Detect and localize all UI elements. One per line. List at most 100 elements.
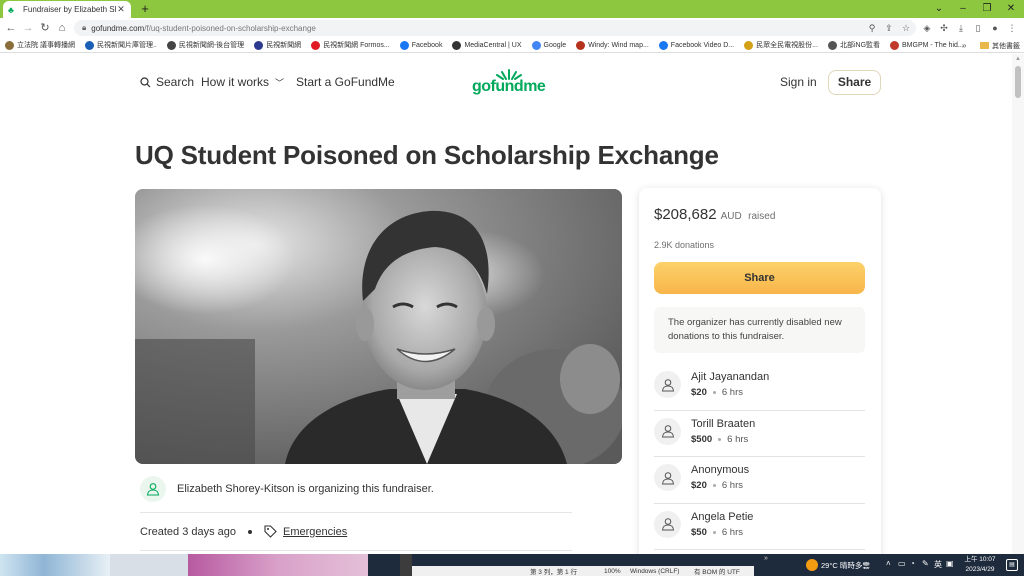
weather-text[interactable]: 29°C 晴時多雲 — [821, 560, 870, 571]
how-it-works-menu[interactable]: How it works ﹀ — [201, 75, 284, 89]
separator-dot — [712, 484, 716, 487]
logo-wordmark: gofundme — [472, 78, 546, 95]
bookmark-item[interactable]: 民視新聞網 — [254, 40, 301, 50]
weather-sun-icon[interactable] — [806, 559, 818, 571]
ime-mode-icon[interactable]: 英 — [934, 559, 942, 570]
sign-in-link[interactable]: Sign in — [780, 75, 817, 89]
share-button[interactable]: Share — [654, 262, 865, 294]
bookmarks-overflow-icon[interactable]: » — [962, 38, 966, 53]
tab-search-icon[interactable]: ⌄ — [932, 2, 946, 16]
bookmark-favicon-icon — [452, 40, 462, 50]
category-link[interactable]: Emergencies — [283, 526, 347, 538]
browser-tab-strip: ♣ Fundraiser by Elizabeth Shorey ✕ + ⌄ –… — [0, 0, 1024, 18]
bookmark-label: Google — [543, 41, 567, 49]
donation-time: 6 hrs — [721, 480, 743, 491]
bookmark-item[interactable]: Windy: Wind map... — [576, 40, 649, 50]
taskbar-window-thumbnail[interactable] — [0, 554, 110, 576]
bookmark-favicon-icon — [84, 40, 94, 50]
home-icon[interactable]: ⌂ — [55, 21, 69, 35]
donation-amount: $50 — [691, 526, 707, 538]
system-clock[interactable]: 上午 10:07 2023/4/29 — [958, 555, 1002, 574]
extension-icon[interactable]: ◈ — [921, 21, 933, 35]
organizer-text: Elizabeth Shorey-Kitson is organizing th… — [177, 483, 434, 495]
browser-tab[interactable]: ♣ Fundraiser by Elizabeth Shorey ✕ — [3, 1, 131, 18]
chevron-down-icon: ﹀ — [275, 77, 285, 88]
zoom-icon[interactable]: ⚲ — [866, 21, 878, 35]
donor-name: Angela Petie — [691, 510, 754, 523]
bookmark-favicon-icon — [254, 40, 264, 50]
campaign-photo[interactable] — [135, 189, 622, 464]
pen-icon[interactable]: ✎ — [922, 559, 929, 568]
bookmark-item[interactable]: Google — [531, 40, 567, 50]
download-icon[interactable]: ⤓ — [955, 21, 967, 35]
bookmark-favicon-icon — [5, 40, 14, 50]
organizer-avatar[interactable] — [140, 476, 166, 502]
forward-arrow-icon[interactable]: → — [21, 21, 35, 35]
header-share-button[interactable]: Share — [828, 70, 881, 95]
donor-avatar — [654, 371, 681, 398]
bookmark-favicon-icon — [658, 40, 668, 50]
donation-card: $208,682 AUD raised 2.9K donations Share … — [639, 188, 881, 554]
notification-icon[interactable]: ▤ — [1006, 559, 1018, 571]
back-arrow-icon[interactable]: ← — [4, 21, 18, 35]
donor-name: Anonymous — [691, 464, 750, 476]
bookmark-item[interactable]: MediaCentral | UX — [452, 40, 522, 50]
bookmark-item[interactable]: 民視新聞網-後台管理 — [166, 40, 244, 50]
gofundme-logo[interactable]: gofundme — [472, 68, 546, 98]
volume-icon[interactable]: ◔ — [910, 559, 915, 568]
bookmark-item[interactable]: Facebook Video D... — [658, 40, 734, 50]
bookmark-label: 民視新聞片庫管理.. — [96, 42, 157, 49]
page-scrollbar[interactable]: ▲ — [1012, 54, 1024, 554]
donation-time: 6 hrs — [721, 526, 743, 538]
bookmark-favicon-icon — [399, 40, 409, 50]
browser-menu-icon[interactable]: ⋮ — [1006, 21, 1018, 35]
bookmark-star-icon[interactable]: ☆ — [900, 21, 912, 35]
start-gofundme-link[interactable]: Start a GoFundMe — [296, 75, 395, 89]
tab-close-icon[interactable]: ✕ — [116, 4, 126, 15]
bookmark-item[interactable]: Facebook — [399, 40, 443, 50]
bookmark-item[interactable]: 民視新聞網 Formos... — [311, 40, 390, 50]
address-bar[interactable]: 🔒︎ gofundme.com/f/uq-student-poisoned-on… — [74, 20, 916, 36]
taskbar-window-thumbnail[interactable] — [110, 554, 188, 576]
other-bookmarks-folder[interactable]: 其他書籤 — [980, 38, 1020, 53]
user-icon — [661, 425, 674, 438]
tray-overflow-icon[interactable]: » — [764, 555, 768, 562]
keyboard-icon[interactable]: ▣ — [946, 559, 954, 568]
puzzle-extensions-icon[interactable]: ✣ — [938, 21, 950, 35]
reload-icon[interactable]: ↻ — [38, 21, 52, 35]
maximize-button[interactable]: ❐ — [980, 2, 994, 16]
notepad-status-bar: 第 3 列，第 1 行 100% Windows (CRLF) 有 BOM 的 … — [412, 566, 754, 576]
donor-avatar — [654, 464, 681, 491]
campaign-meta: Created 3 days ago Emergencies — [140, 525, 347, 538]
side-panel-icon[interactable]: ▯ — [972, 21, 984, 35]
user-icon — [661, 471, 674, 484]
windows-taskbar: 第 3 列，第 1 行 100% Windows (CRLF) 有 BOM 的 … — [0, 554, 1024, 576]
bookmark-label: Windy: Wind map... — [588, 41, 649, 49]
minimize-button[interactable]: – — [956, 2, 970, 16]
search-icon — [140, 76, 151, 87]
donations-count: 2.9K donations — [654, 240, 715, 250]
network-icon[interactable]: ▭ — [898, 559, 906, 568]
bookmark-label: 民視新聞網 — [266, 42, 302, 49]
bookmark-item[interactable]: 民視新聞片庫管理.. — [84, 40, 157, 50]
bookmark-item[interactable]: 北部iNG監看 — [827, 40, 880, 50]
recent-donations-list: Ajit Jayanandan $20 6 hrs Torill Braaten $50… — [654, 364, 865, 550]
bookmark-favicon-icon — [166, 40, 176, 50]
close-window-button[interactable]: ✕ — [1004, 2, 1018, 16]
search-link[interactable]: Search — [140, 75, 194, 89]
bookmark-label: Facebook — [411, 41, 443, 49]
profile-avatar-icon[interactable]: ● — [989, 21, 1001, 35]
chevron-up-icon[interactable]: ˄ — [886, 559, 891, 568]
new-tab-button[interactable]: + — [138, 2, 152, 16]
bookmark-item[interactable]: 民眾全民電視股份... — [744, 40, 818, 50]
status-line-ending: Windows (CRLF) — [630, 567, 680, 575]
bookmark-item[interactable]: BMGPM - The hid... — [890, 40, 964, 50]
share-page-icon[interactable]: ⇪ — [883, 21, 895, 35]
taskbar-window-thumbnail[interactable] — [188, 554, 368, 576]
created-date: Created 3 days ago — [140, 525, 237, 538]
bookmark-item[interactable]: 立法院 議事轉播網 — [5, 40, 75, 50]
scrollbar-thumb[interactable] — [1015, 66, 1021, 98]
tab-title: Fundraiser by Elizabeth Shorey — [23, 5, 116, 14]
donation-details: $20 6 hrs — [691, 387, 743, 398]
scroll-up-arrow-icon[interactable]: ▲ — [1015, 56, 1021, 62]
